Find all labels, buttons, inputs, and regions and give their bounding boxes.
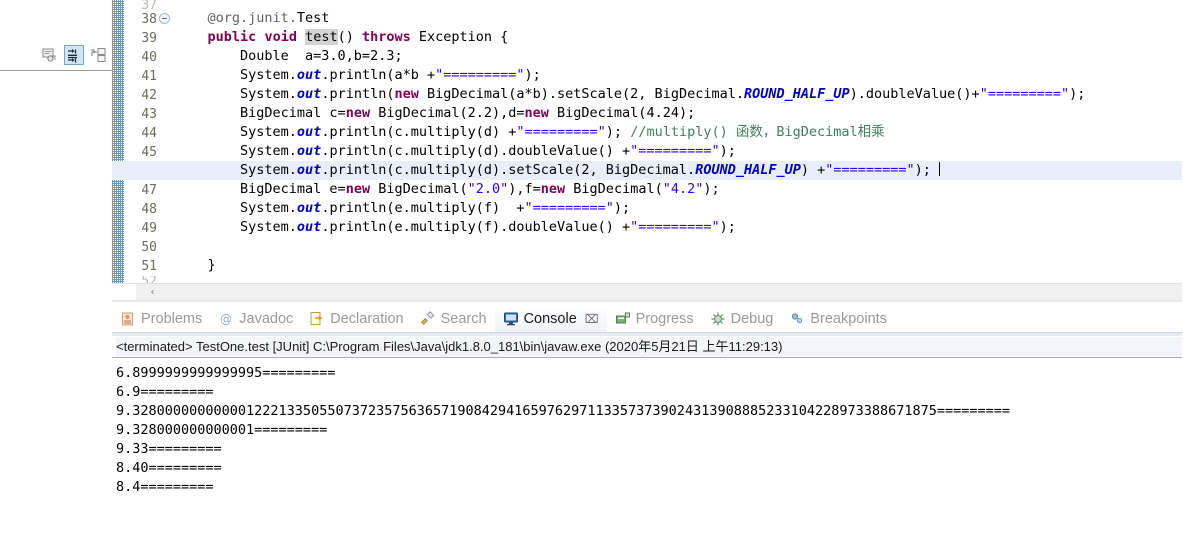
collapse-all-icon[interactable] [64, 45, 84, 65]
line-number: 50 [141, 240, 157, 255]
console-output-line: 9.33========= [116, 441, 222, 457]
tab-progress[interactable]: Progress [607, 306, 702, 332]
tab-label: Debug [730, 311, 774, 327]
line-number: 37 [141, 0, 157, 10]
code-line[interactable]: System.out.println(c.multiply(d).doubleV… [170, 142, 1183, 161]
line-number: 43 [141, 107, 157, 122]
line-number: 39 [141, 31, 157, 46]
view-menu-icon[interactable] [88, 45, 108, 65]
code-line[interactable]: } [170, 256, 1183, 275]
line-number: 45 [141, 145, 157, 160]
left-view-panel [0, 0, 112, 552]
tab-search[interactable]: Search [412, 306, 495, 332]
tab-label: Javadoc [239, 311, 294, 327]
change-indicator-bar [112, 0, 124, 294]
tab-javadoc[interactable]: @ Javadoc [210, 306, 301, 332]
console-view-panel: Problems @ Javadoc Declaration Search Console… [112, 300, 1183, 552]
code-line[interactable]: BigDecimal c=new BigDecimal(2.2),d=new B… [170, 104, 1183, 123]
code-line[interactable]: System.out.println(c.multiply(d).setScal… [112, 161, 1183, 180]
tab-debug[interactable]: Debug [702, 306, 782, 332]
console-output-line: 9.32800000000000122213350550737235756365… [116, 403, 1011, 419]
console-launch-label: <terminated> TestOne.test [JUnit] C:\Pro… [116, 337, 1183, 357]
code-line[interactable]: System.out.println(c.multiply(d) +"=====… [170, 123, 1183, 142]
console-output-line: 8.40========= [116, 460, 222, 476]
console-icon [503, 311, 519, 327]
tab-declaration[interactable]: Declaration [301, 306, 411, 332]
code-line[interactable]: System.out.println(new BigDecimal(a*b).s… [170, 85, 1183, 104]
java-code-editor[interactable]: 37383940414243444546474849505152 @org.ju… [112, 0, 1183, 300]
problems-icon [120, 311, 136, 327]
line-number: 38 [124, 10, 170, 29]
editor-horizontal-scrollbar[interactable]: ‹ [112, 283, 1183, 300]
tab-label: Problems [141, 311, 203, 327]
line-number: 49 [141, 221, 157, 236]
tab-problems[interactable]: Problems [112, 306, 210, 332]
code-line[interactable]: BigDecimal e=new BigDecimal("2.0"),f=new… [170, 180, 1183, 199]
console-output-line: 6.8999999999999995========= [116, 365, 336, 381]
line-number-ruler: 37383940414243444546474849505152 [124, 0, 170, 294]
line-number: 41 [141, 69, 157, 84]
debug-icon [710, 311, 726, 327]
line-number: 40 [141, 50, 157, 65]
code-line[interactable]: public void test() throws Exception { [170, 28, 1183, 47]
code-line[interactable]: @org.junit.Test [170, 9, 1183, 28]
link-with-editor-icon[interactable] [40, 45, 60, 65]
tab-underline-shadow [112, 333, 1183, 336]
console-output-line: 8.4========= [116, 479, 214, 495]
code-line[interactable] [170, 237, 1183, 256]
panel-divider [0, 70, 112, 71]
code-line[interactable]: System.out.println(e.multiply(f).doubleV… [170, 218, 1183, 237]
close-icon[interactable]: ⌧ [585, 312, 599, 326]
svg-text:@: @ [220, 312, 232, 326]
progress-icon [615, 311, 631, 327]
console-output-line: 6.9========= [116, 384, 214, 400]
view-tab-bar[interactable]: Problems @ Javadoc Declaration Search Console… [112, 304, 1183, 332]
javadoc-icon: @ [218, 311, 234, 327]
tab-breakpoints[interactable]: Breakpoints [781, 306, 895, 332]
tab-label: Console [523, 311, 577, 327]
line-number: 42 [141, 88, 157, 103]
code-line[interactable]: System.out.println(a*b +"========="); [170, 66, 1183, 85]
tab-label: Search [440, 311, 487, 327]
tab-console[interactable]: Console ⌧ [494, 306, 607, 332]
tab-label: Breakpoints [810, 311, 887, 327]
fold-collapse-icon[interactable] [159, 13, 170, 24]
line-number: 48 [141, 202, 157, 217]
eclipse-window: 37383940414243444546474849505152 @org.ju… [0, 0, 1183, 552]
line-number: 47 [141, 183, 157, 198]
console-output[interactable]: 6.8999999999999995========= 6.9========= 9… [112, 358, 1183, 552]
line-number: 44 [141, 126, 157, 141]
line-number: 51 [141, 259, 157, 274]
code-text-area[interactable]: @org.junit.Test public void test() throw… [112, 0, 1183, 294]
code-line[interactable]: System.out.println(e.multiply(f) +"=====… [170, 199, 1183, 218]
code-line[interactable]: Double a=3.0,b=2.3; [170, 47, 1183, 66]
declaration-icon [309, 311, 325, 327]
view-toolbar [40, 44, 112, 66]
console-separator [112, 300, 1183, 302]
code-line[interactable] [170, 0, 1183, 9]
scroll-left-arrow[interactable]: ‹ [145, 285, 160, 300]
breakpoints-icon [789, 311, 805, 327]
tab-label: Progress [635, 311, 694, 327]
search-icon [420, 311, 436, 327]
tab-label: Declaration [330, 311, 404, 327]
console-output-line: 9.328000000000001========= [116, 422, 328, 438]
